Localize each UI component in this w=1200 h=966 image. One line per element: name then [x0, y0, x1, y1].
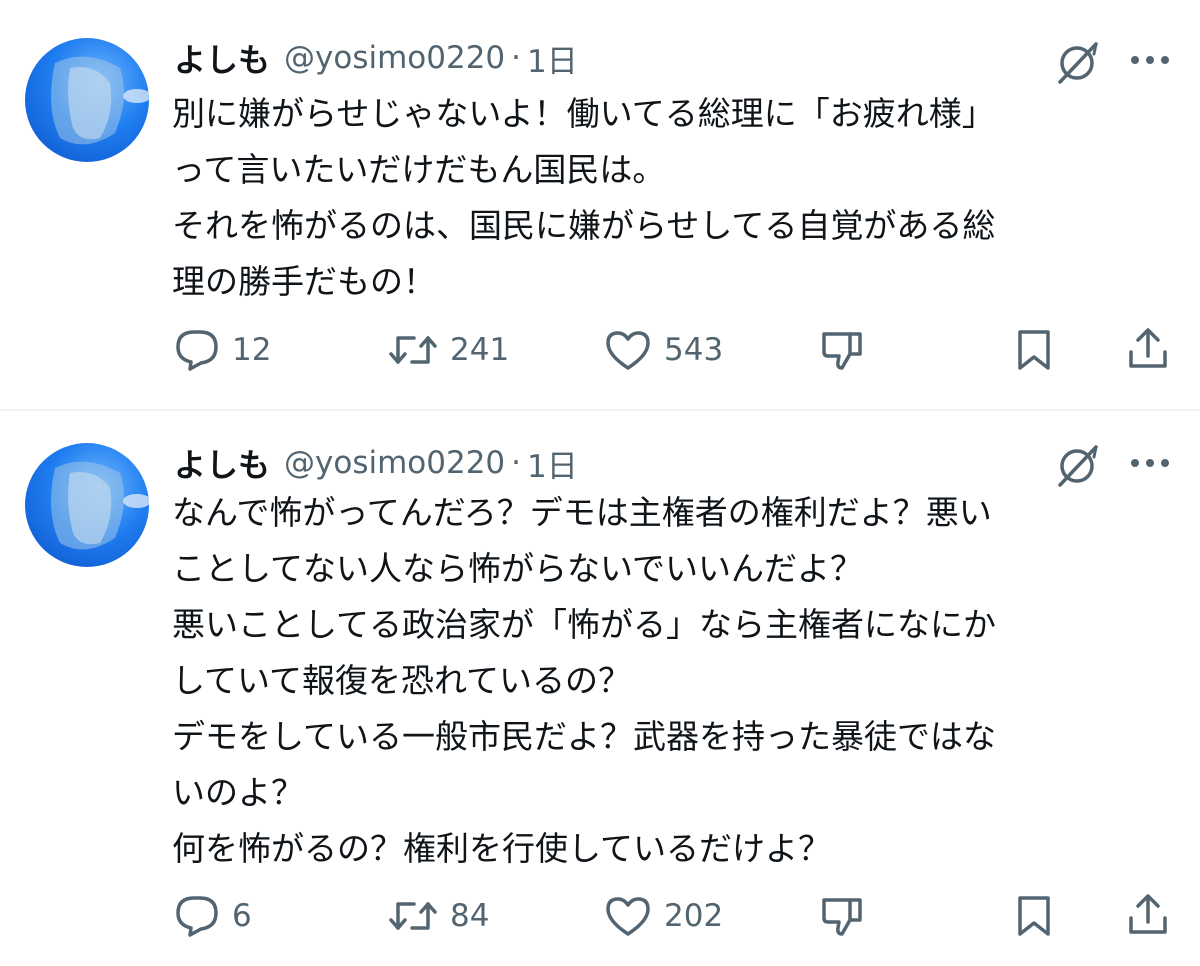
reply-count: 6 — [232, 898, 252, 934]
repost-count: 241 — [450, 332, 510, 368]
action-bar: 12 241 543 — [0, 318, 1200, 378]
like-count: 543 — [664, 332, 724, 368]
tweet-header: よしも @yosimo0220 · 1日 — [174, 441, 578, 485]
user-handle[interactable]: @yosimo0220 — [284, 40, 505, 76]
like-count: 202 — [664, 898, 724, 934]
tweet-text-line: していて報復を恐れているの？ — [172, 661, 632, 700]
tweet-text-line: それを怖がるのは、国民に嫌がらせしてる自覚がある総 — [172, 206, 996, 245]
like-button[interactable]: 202 — [604, 894, 723, 938]
separator-dot: · — [511, 40, 522, 76]
tweet-text-line: 理の勝手だもの！ — [172, 262, 436, 301]
user-handle[interactable]: @yosimo0220 — [284, 445, 505, 481]
bookmark-icon — [1018, 330, 1050, 370]
grok-icon[interactable] — [1052, 36, 1104, 88]
dislike-button[interactable] — [820, 328, 866, 372]
tweet-text: 別に嫌がらせじゃないよ！働いてる総理に「お疲れ様」 って言いたいだけだもん国民は… — [172, 86, 1172, 310]
avatar-image — [51, 56, 149, 145]
tweet-text-line: ことしてない人なら怖がらないでいいんだよ？ — [172, 549, 864, 588]
tweet-text-line: って言いたいだけだもん国民は。 — [172, 150, 666, 189]
display-name[interactable]: よしも — [174, 35, 270, 81]
repost-icon — [389, 336, 437, 364]
repost-button[interactable]: 84 — [388, 894, 489, 938]
action-bar: 6 84 202 — [0, 884, 1200, 944]
more-icon[interactable] — [1128, 50, 1172, 70]
tweet-text-line: いのよ？ — [172, 773, 304, 812]
tweet-text-line: デモをしている一般市民だよ？武器を持った暴徒ではな — [172, 717, 997, 756]
bookmark-button[interactable] — [1014, 328, 1054, 372]
share-button[interactable] — [1126, 326, 1170, 372]
share-button[interactable] — [1126, 892, 1170, 938]
tweet-header: よしも @yosimo0220 · 1日 — [174, 36, 578, 80]
tweet-text-line: 何を怖がるの？権利を行使しているだけよ？ — [172, 829, 832, 868]
avatar[interactable] — [25, 443, 149, 567]
like-button[interactable]: 543 — [604, 328, 723, 372]
timestamp[interactable]: 1日 — [527, 441, 578, 486]
more-icon[interactable] — [1128, 453, 1172, 473]
thumbs-down-icon — [822, 332, 862, 370]
reply-button[interactable]: 6 — [174, 894, 252, 938]
repost-icon — [389, 902, 437, 930]
dislike-button[interactable] — [820, 894, 866, 938]
share-icon — [1129, 894, 1167, 934]
tweet-text-line: 別に嫌がらせじゃないよ！働いてる総理に「お疲れ様」 — [172, 94, 995, 133]
avatar-image — [51, 461, 149, 550]
tweet-text-line: なんで怖がってんだろ？デモは主権者の権利だよ？悪い — [172, 493, 992, 532]
reply-icon — [176, 896, 218, 937]
heart-icon — [606, 331, 650, 370]
tweet-text: なんで怖がってんだろ？デモは主権者の権利だよ？悪い ことしてない人なら怖がらない… — [172, 485, 1172, 877]
bookmark-button[interactable] — [1014, 894, 1054, 938]
reply-count: 12 — [232, 332, 272, 368]
reply-icon — [176, 330, 218, 371]
repost-count: 84 — [450, 898, 490, 934]
tweet[interactable]: よしも @yosimo0220 · 1日 なんで怖がってんだろ？デモは主権者の権… — [0, 411, 1200, 966]
repost-button[interactable]: 241 — [388, 328, 509, 372]
share-icon — [1129, 328, 1167, 368]
tweet-text-line: 悪いことしてる政治家が「怖がる」なら主権者になにか — [172, 605, 997, 644]
avatar[interactable] — [25, 38, 149, 162]
bookmark-icon — [1018, 896, 1050, 936]
timestamp[interactable]: 1日 — [527, 36, 578, 81]
reply-button[interactable]: 12 — [174, 328, 271, 372]
separator-dot: · — [511, 445, 522, 481]
display-name[interactable]: よしも — [174, 440, 270, 486]
heart-icon — [606, 897, 650, 936]
grok-icon[interactable] — [1052, 439, 1104, 491]
thumbs-down-icon — [822, 898, 862, 936]
tweet[interactable]: よしも @yosimo0220 · 1日 別に嫌がらせじゃないよ！働いてる総理に… — [0, 0, 1200, 410]
